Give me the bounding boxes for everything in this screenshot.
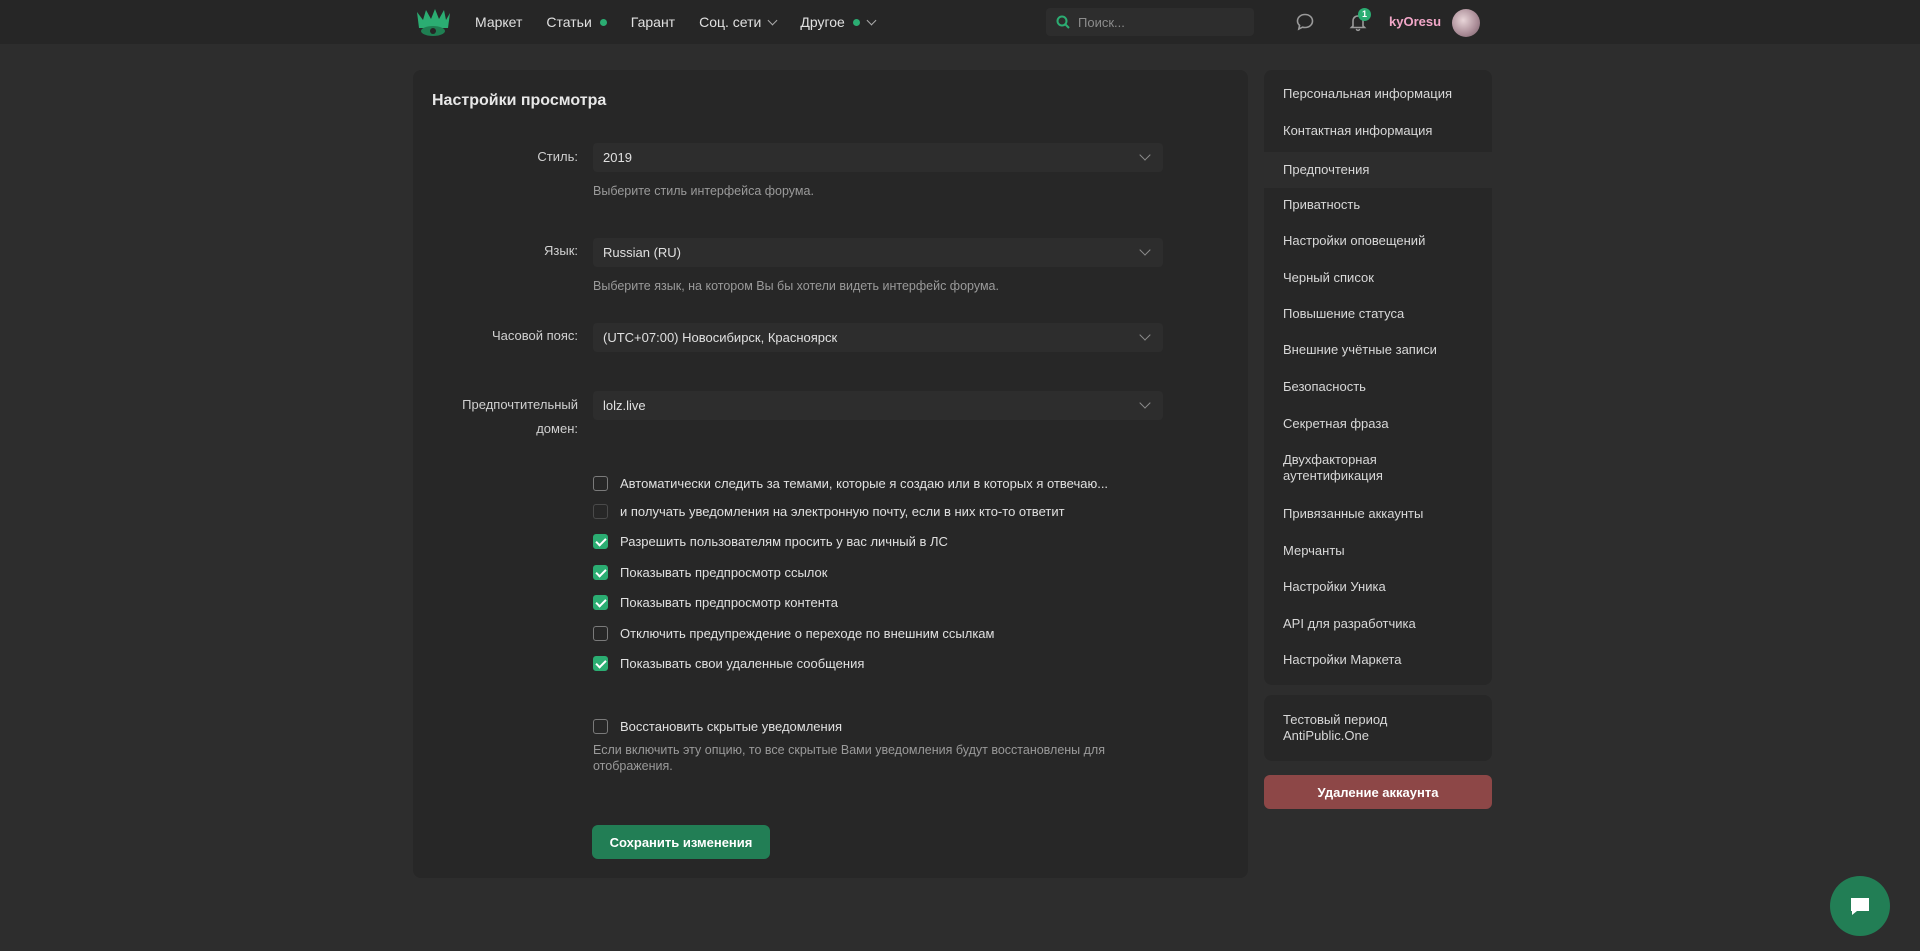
checkbox[interactable] — [593, 656, 608, 671]
top-bar: Маркет Статьи Гарант Соц. сети Другое 1 … — [0, 0, 1920, 44]
option-link-preview[interactable]: Показывать предпросмотр ссылок — [593, 565, 827, 580]
page-title: Настройки просмотра — [432, 92, 607, 109]
checkbox[interactable] — [593, 565, 608, 580]
sidebar-item-personal[interactable]: Персональная информация — [1264, 86, 1492, 102]
option-allow-personal[interactable]: Разрешить пользователям просить у вас ли… — [593, 534, 948, 549]
checkbox — [593, 504, 608, 519]
sidebar-item-upgrade[interactable]: Повышение статуса — [1264, 306, 1492, 322]
style-select-value: 2019 — [603, 150, 632, 165]
option-email-notify: и получать уведомления на электронную по… — [593, 504, 1065, 519]
option-auto-watch[interactable]: Автоматически следить за темами, которые… — [593, 476, 1108, 491]
style-select[interactable]: 2019 — [593, 143, 1163, 172]
sidebar-item-market-settings[interactable]: Настройки Маркета — [1264, 652, 1492, 668]
sidebar-item-merchants[interactable]: Мерчанты — [1264, 543, 1492, 559]
checkbox[interactable] — [593, 719, 608, 734]
chevron-down-icon — [767, 15, 778, 25]
timezone-select[interactable]: (UTC+07:00) Новосибирск, Красноярск — [593, 323, 1163, 352]
chevron-down-icon — [1139, 244, 1151, 256]
logo-icon[interactable] — [415, 6, 451, 38]
language-select-value: Russian (RU) — [603, 245, 682, 260]
trial-panel[interactable]: Тестовый период AntiPublic.One — [1264, 695, 1492, 761]
domain-select-value: lolz.live — [603, 398, 646, 413]
restore-hint: Если включить эту опцию, то все скрытые … — [593, 743, 1105, 773]
save-button[interactable]: Сохранить изменения — [592, 825, 770, 859]
checkbox[interactable] — [593, 476, 608, 491]
chat-icon — [1851, 898, 1869, 915]
new-dot-icon — [599, 18, 607, 26]
language-label: Язык: — [544, 243, 578, 258]
sidebar-item-2fa[interactable]: Двухфакторная аутентификация — [1264, 452, 1454, 484]
checkbox[interactable] — [593, 595, 608, 610]
language-hint: Выберите язык, на котором Вы бы хотели в… — [593, 279, 999, 293]
language-select[interactable]: Russian (RU) — [593, 238, 1163, 267]
nav-social[interactable]: Соц. сети — [699, 14, 778, 30]
chevron-down-icon — [1139, 329, 1151, 341]
style-label: Стиль: — [537, 149, 578, 164]
domain-select[interactable]: lolz.live — [593, 391, 1163, 420]
option-show-deleted[interactable]: Показывать свои удаленные сообщения — [593, 656, 864, 671]
sidebar-item-blacklist[interactable]: Черный список — [1264, 270, 1492, 286]
sidebar-item-contact[interactable]: Контактная информация — [1264, 123, 1492, 139]
nav-market[interactable]: Маркет — [475, 14, 522, 30]
settings-panel: Настройки просмотра Стиль: 2019 Выберите… — [413, 70, 1248, 878]
chevron-down-icon — [1139, 397, 1151, 409]
settings-sidebar: Персональная информация Контактная инфор… — [1264, 70, 1492, 685]
sidebar-item-security[interactable]: Безопасность — [1264, 379, 1492, 395]
trial-link[interactable]: Тестовый период AntiPublic.One — [1283, 712, 1473, 744]
sidebar-item-unique[interactable]: Настройки Уника — [1264, 579, 1492, 595]
option-disable-external-warning[interactable]: Отключить предупреждение о переходе по в… — [593, 626, 994, 641]
main-nav: Маркет Статьи Гарант Соц. сети Другое — [475, 0, 899, 44]
sidebar-item-linked-accounts[interactable]: Привязанные аккаунты — [1264, 506, 1492, 522]
notification-badge: 1 — [1358, 8, 1371, 21]
messages-button[interactable] — [1293, 10, 1317, 34]
nav-other[interactable]: Другое — [800, 14, 877, 30]
checkbox[interactable] — [593, 534, 608, 549]
avatar[interactable] — [1452, 9, 1480, 37]
timezone-select-value: (UTC+07:00) Новосибирск, Красноярск — [603, 330, 838, 345]
chevron-down-icon — [1139, 149, 1151, 161]
sidebar-item-api[interactable]: API для разработчика — [1264, 616, 1492, 632]
timezone-label: Часовой пояс: — [491, 328, 578, 343]
option-content-preview[interactable]: Показывать предпросмотр контента — [593, 595, 838, 610]
chevron-down-icon — [866, 15, 877, 25]
search-icon — [1056, 15, 1070, 29]
sidebar-item-alerts[interactable]: Настройки оповещений — [1264, 233, 1492, 249]
sidebar-item-privacy[interactable]: Приватность — [1264, 197, 1492, 213]
checkbox[interactable] — [593, 626, 608, 641]
sidebar-item-preferences[interactable]: Предпочтения — [1264, 152, 1492, 188]
chat-button[interactable] — [1830, 876, 1890, 936]
search-box[interactable] — [1046, 8, 1254, 36]
delete-account-button[interactable]: Удаление аккаунта — [1264, 775, 1492, 809]
style-hint: Выберите стиль интерфейса форума. — [593, 184, 814, 198]
option-restore-hidden[interactable]: Восстановить скрытые уведомления — [593, 719, 842, 734]
nav-articles[interactable]: Статьи — [546, 14, 607, 30]
new-dot-icon — [852, 18, 860, 26]
sidebar-item-external-accounts[interactable]: Внешние учётные записи — [1264, 342, 1492, 358]
sidebar-item-secret-phrase[interactable]: Секретная фраза — [1264, 416, 1492, 432]
nav-garant[interactable]: Гарант — [631, 14, 675, 30]
username-link[interactable]: kyOresu — [1389, 14, 1441, 29]
chat-bubble-icon — [1296, 13, 1314, 31]
domain-label: Предпочтительный домен: — [462, 397, 578, 436]
search-input[interactable] — [1078, 14, 1238, 30]
